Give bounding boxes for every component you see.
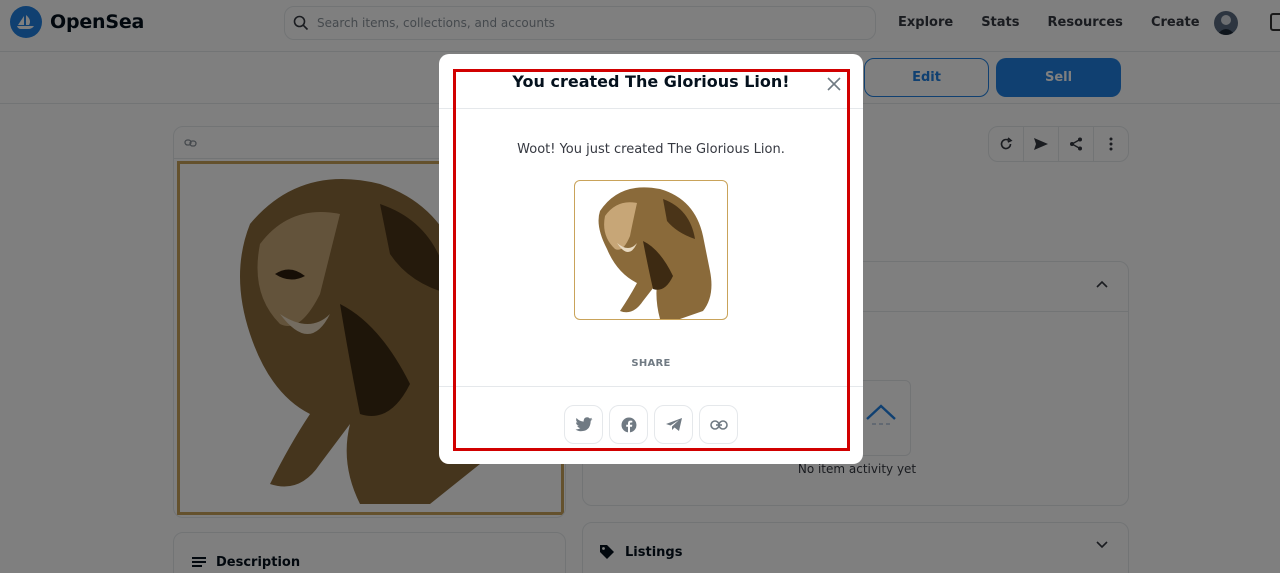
modal-title: You created The Glorious Lion! [512, 72, 790, 91]
close-icon[interactable] [825, 75, 843, 93]
twitter-icon [575, 417, 592, 432]
modal-divider [439, 386, 863, 387]
share-twitter-button[interactable] [564, 405, 603, 444]
telegram-icon [665, 418, 682, 431]
creation-success-modal: You created The Glorious Lion! Woot! You… [439, 54, 863, 464]
modal-header: You created The Glorious Lion! [439, 54, 863, 109]
facebook-icon [621, 417, 636, 433]
share-facebook-button[interactable] [609, 405, 648, 444]
share-label: SHARE [631, 358, 671, 369]
modal-message: Woot! You just created The Glorious Lion… [517, 142, 785, 157]
copy-link-button[interactable] [699, 405, 738, 444]
share-buttons [564, 405, 738, 444]
link-icon [709, 419, 728, 430]
share-telegram-button[interactable] [654, 405, 693, 444]
created-item-image [574, 180, 728, 320]
